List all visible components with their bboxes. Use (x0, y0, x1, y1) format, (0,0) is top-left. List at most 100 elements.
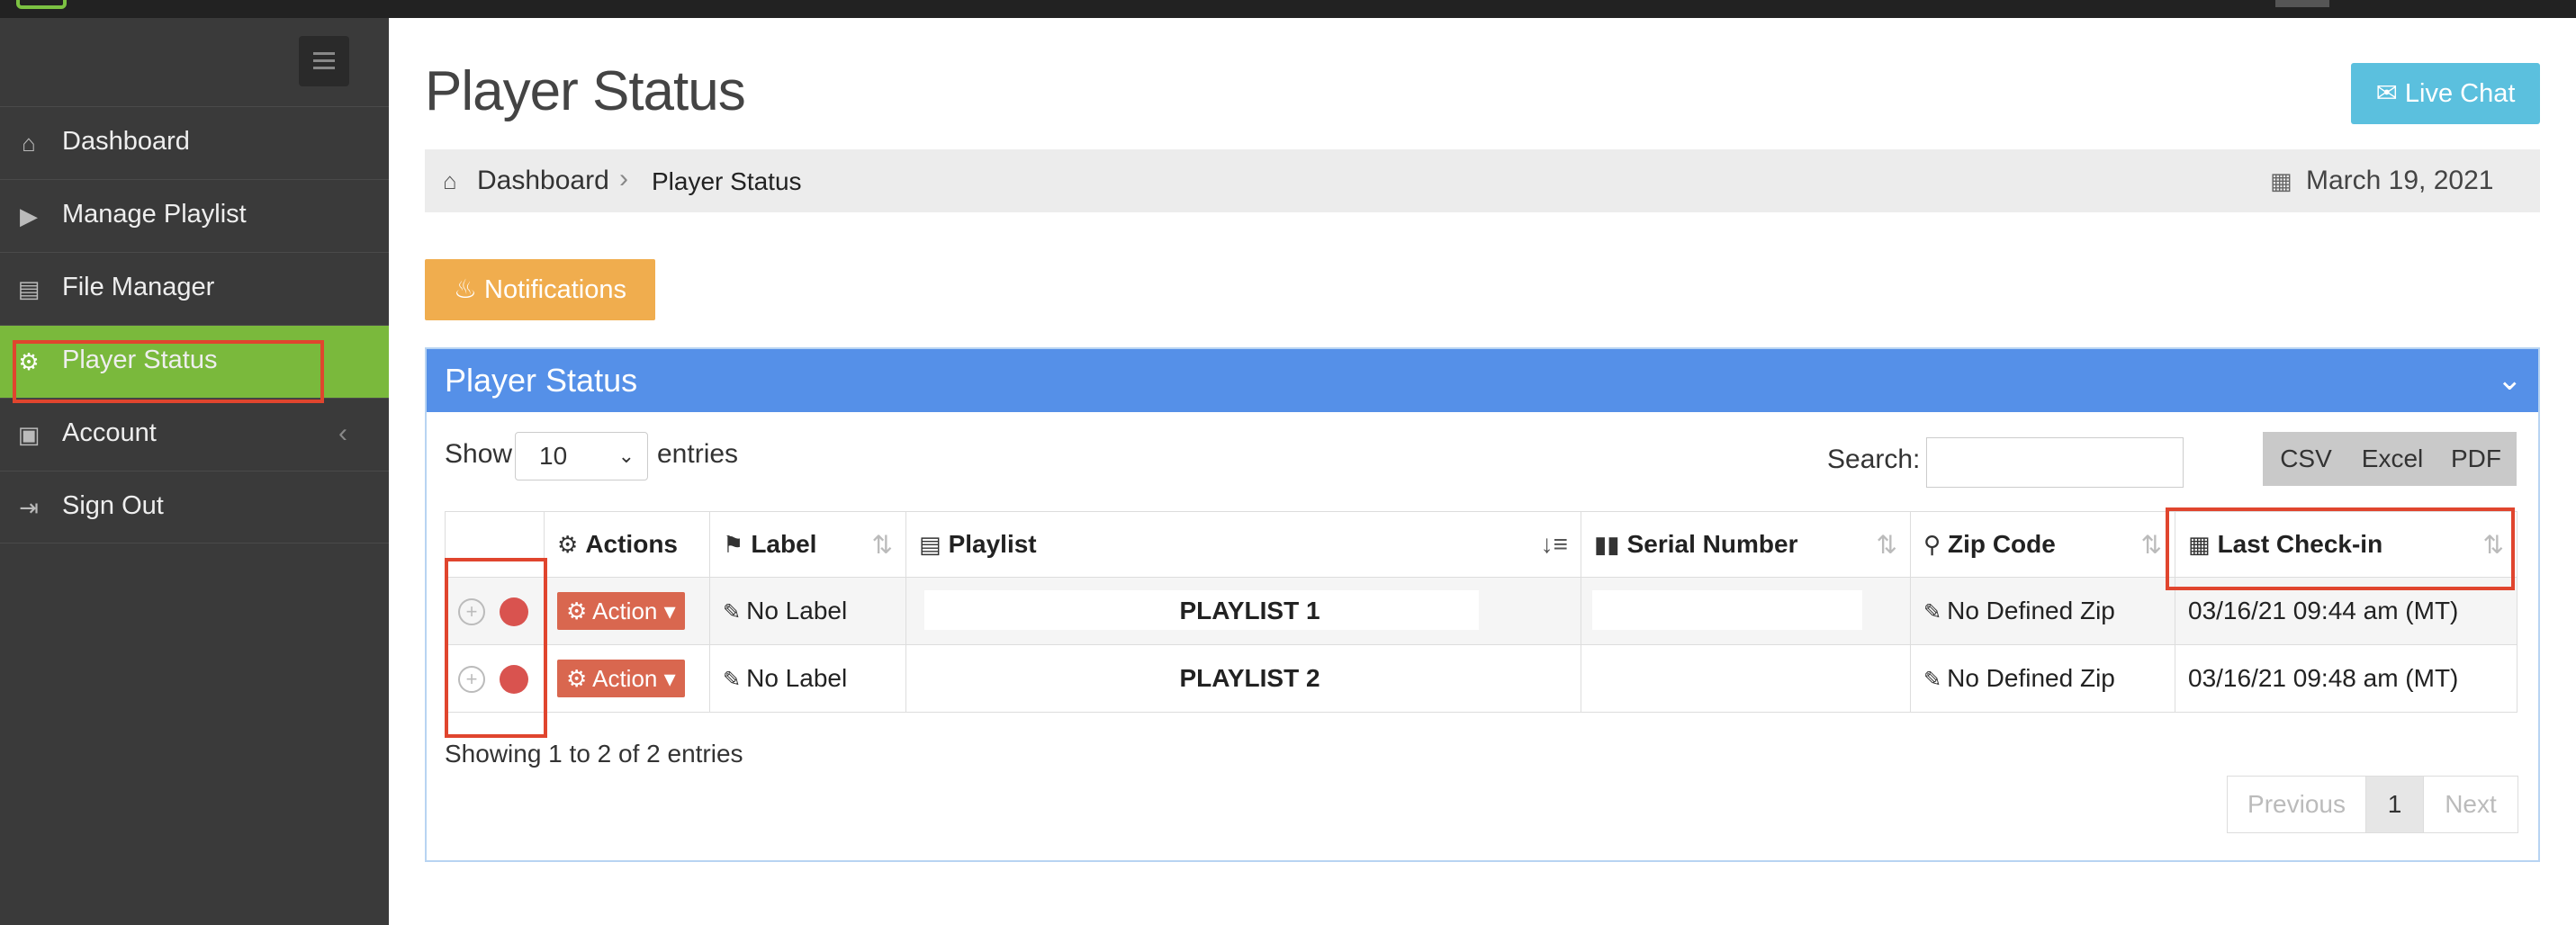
csv-label: CSV (2280, 445, 2332, 472)
chevron-left-icon: ‹ (338, 418, 347, 448)
sidebar: ⌂ Dashboard ▶ Manage Playlist ▤ File Man… (0, 18, 389, 925)
sort-ascending-icon[interactable]: ↓≡ (1541, 530, 1568, 559)
briefcase-icon: ▣ (17, 421, 41, 448)
list-icon: ▤ (919, 531, 941, 558)
show-label: Show (445, 439, 513, 469)
play-icon: ▶ (20, 202, 38, 229)
label-cell[interactable]: ✎ No Label (709, 577, 906, 645)
pagination: Previous 1 Next (2227, 776, 2518, 833)
entries-select[interactable]: 10 ⌄ (515, 432, 648, 480)
sidebar-item-label: File Manager (62, 273, 215, 301)
sidebar-item-sign-out[interactable]: ⇥ Sign Out (0, 471, 389, 543)
sidebar-item-manage-playlist[interactable]: ▶ Manage Playlist (0, 179, 389, 252)
page-1-button[interactable]: 1 (2366, 777, 2424, 832)
column-header-playlist[interactable]: ▤ Playlist ↓≡ (905, 511, 1581, 578)
notifications-label: Notifications (484, 275, 627, 304)
column-header-actions: ⚙ Actions (544, 511, 710, 578)
next-page-button[interactable]: Next (2424, 777, 2517, 832)
action-label: Action (592, 665, 658, 692)
check-in-value: 03/16/21 09:48 am (MT) (2188, 664, 2459, 692)
actions-cell: ⚙ Action ▾ (544, 577, 710, 645)
sign-out-icon: ⇥ (19, 494, 39, 521)
folder-icon: ▤ (17, 275, 41, 302)
map-marker-icon: ⚲ (1923, 531, 1941, 558)
edit-icon: ✎ (1923, 600, 1942, 624)
label-value: No Label (746, 597, 848, 624)
bell-icon: ♨ (453, 275, 477, 304)
search-label: Search: (1827, 445, 1921, 474)
calendar-icon: ▦ (2270, 167, 2292, 194)
column-label: Serial Number (1626, 530, 1798, 558)
search-input[interactable] (1926, 437, 2184, 488)
table-row: + ⚙ Action ▾ ✎ No Label PLAYLIST 2 ✎ No De… (445, 644, 2517, 713)
sidebar-item-dashboard[interactable]: ⌂ Dashboard (0, 106, 389, 179)
excel-label: Excel (2361, 445, 2424, 472)
sidebar-item-account[interactable]: ▣ Account ‹ (0, 398, 389, 471)
highlight-box-sidebar (13, 340, 324, 403)
sidebar-item-label: Sign Out (62, 491, 164, 520)
sidebar-item-label: Dashboard (62, 127, 190, 156)
csv-export-button[interactable]: CSV (2263, 432, 2349, 486)
notifications-button[interactable]: ♨ Notifications (425, 259, 655, 320)
hamburger-icon-line (313, 67, 335, 69)
live-chat-button[interactable]: ✉ Live Chat (2351, 63, 2540, 124)
user-menu-button[interactable] (2275, 0, 2329, 7)
column-label: Actions (585, 530, 678, 558)
logo (16, 0, 67, 9)
sort-icon[interactable]: ⇅ (1877, 530, 1897, 560)
zip-code-cell[interactable]: ✎ No Defined Zip (1910, 577, 2175, 645)
current-date: March 19, 2021 (2306, 166, 2494, 195)
label-cell[interactable]: ✎ No Label (709, 644, 906, 713)
check-in-value: 03/16/21 09:44 am (MT) (2188, 597, 2459, 624)
zip-value: No Defined Zip (1947, 597, 2115, 624)
breadcrumb: ⌂ Dashboard › Player Status ▦ March 19, … (425, 149, 2540, 212)
label-value: No Label (746, 664, 848, 692)
menu-toggle-button[interactable] (299, 36, 349, 86)
action-dropdown-button[interactable]: ⚙ Action ▾ (557, 660, 685, 697)
column-header-label[interactable]: ⚑ Label ⇅ (709, 511, 906, 578)
action-label: Action (592, 597, 658, 624)
zip-value: No Defined Zip (1947, 664, 2115, 692)
highlight-box-status (445, 558, 547, 738)
hamburger-icon-line (313, 59, 335, 62)
sidebar-item-label: Account (62, 418, 157, 447)
panel-header[interactable]: Player Status ⌄ (427, 349, 2538, 412)
barcode-icon: ▮▮ (1594, 531, 1620, 558)
chat-icon: ✉ (2375, 79, 2398, 108)
breadcrumb-current: Player Status (652, 167, 802, 195)
previous-page-button[interactable]: Previous (2228, 777, 2366, 832)
player-status-panel: Player Status ⌄ Show 10 ⌄ entries Search… (425, 347, 2540, 862)
edit-icon: ✎ (723, 668, 742, 692)
pdf-export-button[interactable]: PDF (2436, 432, 2517, 486)
sort-icon[interactable]: ⇅ (2141, 530, 2162, 560)
column-header-zip-code[interactable]: ⚲ Zip Code ⇅ (1910, 511, 2175, 578)
chevron-down-icon: ⌄ (617, 445, 635, 467)
sort-icon[interactable]: ⇅ (872, 530, 893, 560)
sidebar-item-label: Manage Playlist (62, 200, 247, 229)
actions-cell: ⚙ Action ▾ (544, 644, 710, 713)
playlist-cell: PLAYLIST 2 (905, 644, 1581, 713)
zip-code-cell[interactable]: ✎ No Defined Zip (1910, 644, 2175, 713)
chevron-down-icon[interactable]: ⌄ (2497, 362, 2523, 398)
column-label: Zip Code (1948, 530, 2056, 558)
sidebar-item-file-manager[interactable]: ▤ File Manager (0, 252, 389, 325)
redacted-field (1592, 590, 1862, 630)
playlist-value: PLAYLIST 1 (1179, 597, 1320, 624)
live-chat-label: Live Chat (2404, 79, 2516, 108)
playlist-value: PLAYLIST 2 (1179, 664, 1320, 692)
edit-icon: ✎ (723, 600, 742, 624)
pdf-label: PDF (2451, 445, 2501, 472)
breadcrumb-dashboard-link[interactable]: Dashboard (477, 166, 609, 196)
sidebar-nav: ⌂ Dashboard ▶ Manage Playlist ▤ File Man… (0, 106, 389, 543)
serial-number-cell (1581, 644, 1911, 713)
column-label: Label (751, 530, 817, 558)
entries-label: entries (657, 439, 739, 469)
column-header-serial-number[interactable]: ▮▮ Serial Number ⇅ (1581, 511, 1911, 578)
action-dropdown-button[interactable]: ⚙ Action ▾ (557, 592, 685, 630)
excel-export-button[interactable]: Excel (2349, 432, 2436, 486)
edit-icon: ✎ (1923, 668, 1942, 692)
table-info: Showing 1 to 2 of 2 entries (445, 740, 743, 768)
top-bar (0, 0, 2576, 18)
chevron-right-icon: › (619, 164, 628, 193)
highlight-box-last-check-in (2166, 507, 2515, 590)
